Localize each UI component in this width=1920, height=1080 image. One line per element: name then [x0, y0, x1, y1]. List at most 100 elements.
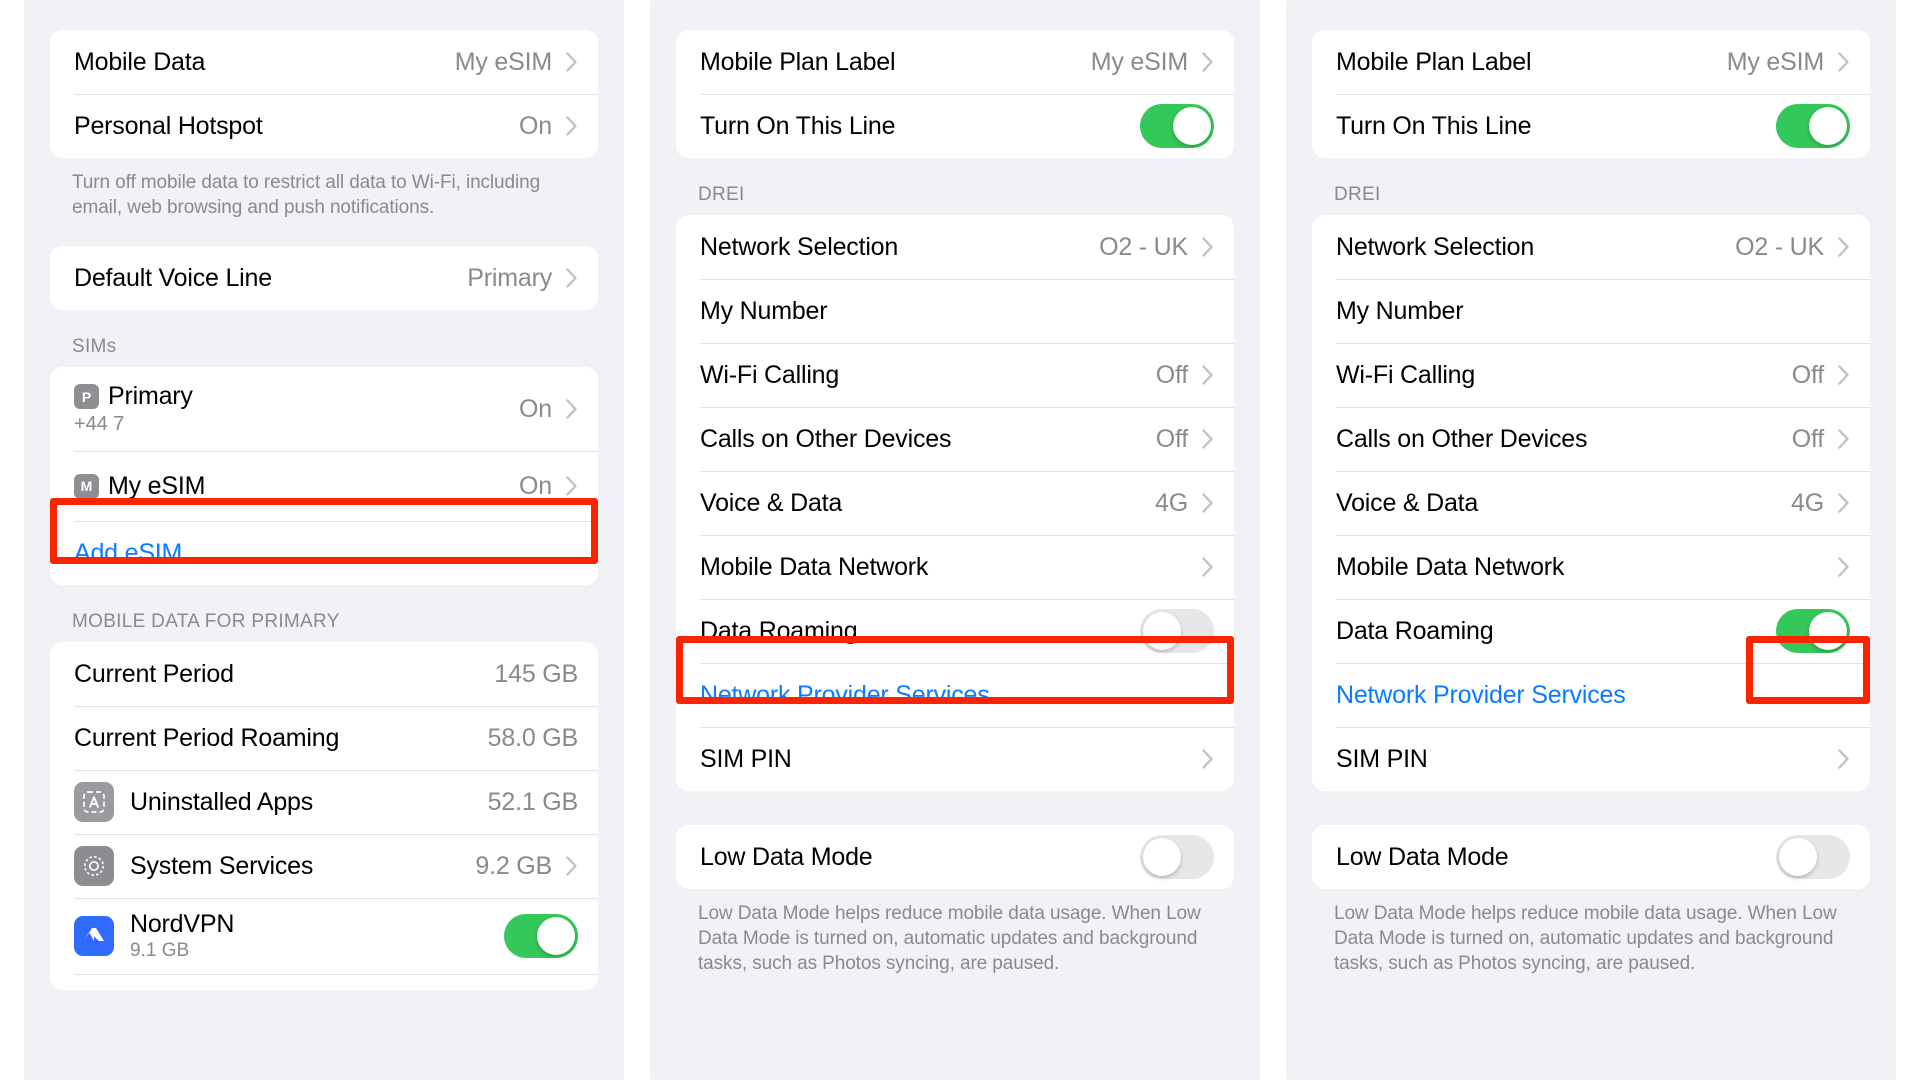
row-data-roaming[interactable]: Data Roaming	[676, 599, 1234, 663]
row-label: Voice & Data	[700, 489, 1155, 518]
mobile-data-card: Mobile Data My eSIM Personal Hotspot On	[50, 30, 598, 158]
row-label: SIM PIN	[1336, 745, 1838, 774]
app-text: NordVPN 9.1 GB	[130, 910, 504, 962]
row-personal-hotspot[interactable]: Personal Hotspot On	[50, 94, 598, 158]
row-label: Default Voice Line	[74, 264, 467, 293]
chevron-right-icon	[1838, 237, 1850, 257]
low-data-mode-toggle[interactable]	[1140, 835, 1214, 879]
row-label: Mobile Plan Label	[700, 48, 1091, 77]
turn-on-line-toggle[interactable]	[1140, 104, 1214, 148]
sim-row-my-esim[interactable]: M My eSIM On	[50, 451, 598, 521]
row-value: Off	[1156, 425, 1188, 454]
row-mobile-data-network[interactable]: Mobile Data Network	[1312, 535, 1870, 599]
row-value: Off	[1792, 425, 1824, 454]
row-wifi-calling[interactable]: Wi-Fi Calling Off	[676, 343, 1234, 407]
row-label: Turn On This Line	[1336, 112, 1776, 141]
row-label: Data Roaming	[700, 617, 1140, 646]
row-turn-on-this-line[interactable]: Turn On This Line	[676, 94, 1234, 158]
row-label: Mobile Data Network	[1336, 553, 1838, 582]
row-system-services[interactable]: System Services 9.2 GB	[50, 834, 598, 898]
row-turn-on-this-line[interactable]: Turn On This Line	[1312, 94, 1870, 158]
row-label: My Number	[700, 297, 1214, 326]
gear-icon	[74, 846, 114, 886]
chevron-right-icon	[1838, 429, 1850, 449]
row-label: Current Period	[74, 660, 494, 689]
row-value: 52.1 GB	[488, 788, 578, 817]
toggle-knob	[1779, 838, 1817, 876]
row-my-number[interactable]: My Number	[676, 279, 1234, 343]
row-mobile-plan-label[interactable]: Mobile Plan Label My eSIM	[676, 30, 1234, 94]
row-label: Wi-Fi Calling	[700, 361, 1156, 390]
usage-section-header: MOBILE DATA FOR PRIMARY	[50, 585, 598, 642]
row-label: Network Provider Services	[1336, 681, 1850, 710]
chevron-right-icon	[1202, 749, 1214, 769]
row-nordvpn[interactable]: NordVPN 9.1 GB	[50, 898, 598, 974]
row-add-esim[interactable]: Add eSIM	[50, 521, 598, 585]
row-network-selection[interactable]: Network Selection O2 - UK	[1312, 215, 1870, 279]
sim-row-primary[interactable]: P Primary +44 7 On	[50, 367, 598, 451]
sims-section-header: SIMs	[50, 310, 598, 367]
row-value: Off	[1156, 361, 1188, 390]
row-current-period-roaming: Current Period Roaming 58.0 GB	[50, 706, 598, 770]
row-data-roaming[interactable]: Data Roaming	[1312, 599, 1870, 663]
row-label: Voice & Data	[1336, 489, 1791, 518]
row-network-provider-services[interactable]: Network Provider Services	[1312, 663, 1870, 727]
row-wifi-calling[interactable]: Wi-Fi Calling Off	[1312, 343, 1870, 407]
plan-card: Mobile Plan Label My eSIM Turn On This L…	[1312, 30, 1870, 158]
chevron-right-icon	[566, 52, 578, 72]
row-label: Data Roaming	[1336, 617, 1776, 646]
chevron-right-icon	[1838, 557, 1850, 577]
data-roaming-toggle[interactable]	[1140, 609, 1214, 653]
low-data-mode-footer: Low Data Mode helps reduce mobile data u…	[1312, 889, 1870, 976]
row-label: Current Period Roaming	[74, 724, 488, 753]
panel-data-roaming-on: Mobile Plan Label My eSIM Turn On This L…	[1286, 0, 1896, 1080]
row-value: On	[519, 112, 552, 141]
default-voice-line-card: Default Voice Line Primary	[50, 246, 598, 310]
row-network-selection[interactable]: Network Selection O2 - UK	[676, 215, 1234, 279]
mobile-data-footer: Turn off mobile data to restrict all dat…	[50, 158, 598, 220]
low-data-mode-toggle[interactable]	[1776, 835, 1850, 879]
row-label: Low Data Mode	[700, 843, 1140, 872]
carrier-section-header: DREI	[1312, 158, 1870, 215]
row-mobile-data-network[interactable]: Mobile Data Network	[676, 535, 1234, 599]
chevron-right-icon	[566, 399, 578, 419]
chevron-right-icon	[1202, 52, 1214, 72]
toggle-knob	[1143, 838, 1181, 876]
row-low-data-mode[interactable]: Low Data Mode	[1312, 825, 1870, 889]
data-roaming-toggle[interactable]	[1776, 609, 1850, 653]
row-value: My eSIM	[1091, 48, 1188, 77]
chevron-right-icon	[1202, 365, 1214, 385]
carrier-card: Network Selection O2 - UK My Number Wi-F…	[676, 215, 1234, 791]
app-name: NordVPN	[130, 910, 504, 939]
row-current-period: Current Period 145 GB	[50, 642, 598, 706]
row-voice-and-data[interactable]: Voice & Data 4G	[676, 471, 1234, 535]
row-voice-and-data[interactable]: Voice & Data 4G	[1312, 471, 1870, 535]
usage-card: Current Period 145 GB Current Period Roa…	[50, 642, 598, 990]
row-calls-on-other-devices[interactable]: Calls on Other Devices Off	[676, 407, 1234, 471]
row-mobile-data[interactable]: Mobile Data My eSIM	[50, 30, 598, 94]
row-network-provider-services[interactable]: Network Provider Services	[676, 663, 1234, 727]
row-label: SIM PIN	[700, 745, 1202, 774]
sim-phone-number: +44 7	[74, 413, 519, 436]
row-my-number[interactable]: My Number	[1312, 279, 1870, 343]
nordvpn-toggle[interactable]	[504, 914, 578, 958]
row-low-data-mode[interactable]: Low Data Mode	[676, 825, 1234, 889]
add-esim-label: Add eSIM	[74, 539, 578, 568]
row-value: 4G	[1155, 489, 1188, 518]
row-mobile-plan-label[interactable]: Mobile Plan Label My eSIM	[1312, 30, 1870, 94]
low-data-mode-card: Low Data Mode	[1312, 825, 1870, 889]
row-calls-on-other-devices[interactable]: Calls on Other Devices Off	[1312, 407, 1870, 471]
row-sim-pin[interactable]: SIM PIN	[676, 727, 1234, 791]
row-label: Mobile Data Network	[700, 553, 1202, 582]
toggle-knob	[1173, 107, 1211, 145]
sims-card: P Primary +44 7 On M My eSIM On	[50, 367, 598, 585]
row-default-voice-line[interactable]: Default Voice Line Primary	[50, 246, 598, 310]
chevron-right-icon	[1838, 365, 1850, 385]
chevron-right-icon	[1838, 52, 1850, 72]
sim-esim-badge-icon: M	[74, 474, 99, 499]
chevron-right-icon	[566, 476, 578, 496]
low-data-mode-card: Low Data Mode	[676, 825, 1234, 889]
row-label: Calls on Other Devices	[1336, 425, 1792, 454]
turn-on-line-toggle[interactable]	[1776, 104, 1850, 148]
row-sim-pin[interactable]: SIM PIN	[1312, 727, 1870, 791]
